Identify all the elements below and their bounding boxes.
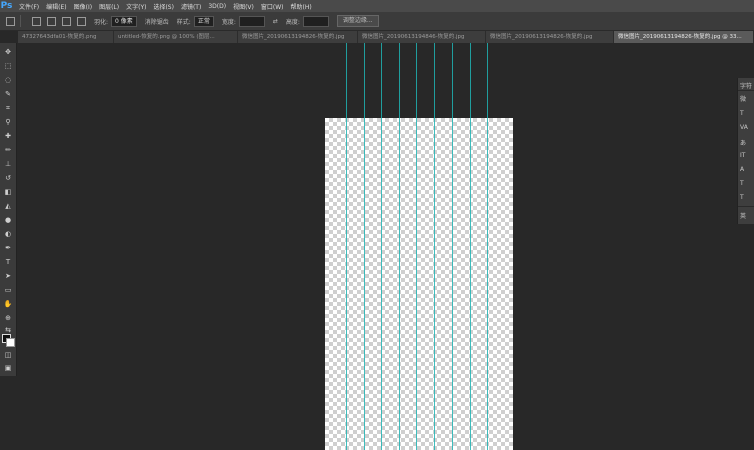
photoshop-logo: Ps — [0, 1, 13, 11]
menu-layer[interactable]: 图层(L) — [99, 2, 119, 11]
clone-stamp-tool-icon[interactable]: ⊥ — [3, 159, 13, 169]
tab-doc-2[interactable]: untitled-恢复的.png @ 100% (图层... — [114, 31, 238, 43]
menu-bar: Ps 文件(F) 编辑(E) 图像(I) 图层(L) 文字(Y) 选择(S) 滤… — [0, 0, 754, 12]
marquee-tool-icon[interactable] — [6, 16, 15, 26]
zoom-tool-icon[interactable]: ⊕ — [3, 313, 13, 323]
style-buttons[interactable]: T — [740, 180, 744, 187]
eyedropper-tool-icon[interactable]: ⚲ — [3, 117, 13, 127]
guide-line[interactable] — [399, 43, 400, 450]
guide-line[interactable] — [434, 43, 435, 450]
menu-window[interactable]: 窗口(W) — [261, 2, 284, 11]
scale-field[interactable]: あ — [740, 138, 746, 147]
eraser-tool-icon[interactable]: ◧ — [3, 187, 13, 197]
tools-panel: ✥ ⬚ ◌ ✎ ⌗ ⚲ ✚ ✏ ⊥ ↺ ◧ ◭ ● ◐ ✒ T ➤ ▭ ✋ ⊕ … — [0, 43, 17, 376]
width-input[interactable] — [238, 15, 265, 27]
guide-line[interactable] — [487, 43, 488, 450]
font-family-field[interactable]: 微 — [740, 94, 746, 103]
font-size-field[interactable]: T — [740, 110, 744, 117]
document-tabs: 47327643dfa01-恢复的.png untitled-恢复的.png @… — [18, 31, 754, 43]
guide-line[interactable] — [346, 43, 347, 450]
healing-brush-tool-icon[interactable]: ✚ — [3, 131, 13, 141]
lasso-tool-icon[interactable]: ◌ — [3, 75, 13, 85]
width-label: 宽度: — [221, 18, 236, 26]
guide-line[interactable] — [364, 43, 365, 450]
paint-bucket-tool-icon[interactable]: ◭ — [3, 201, 13, 211]
pen-tool-icon[interactable]: ✒ — [3, 243, 13, 253]
guide-line[interactable] — [470, 43, 471, 450]
document-canvas[interactable] — [325, 118, 513, 450]
menu-3d[interactable]: 3D(D) — [208, 3, 226, 10]
brush-tool-icon[interactable]: ✏ — [3, 145, 13, 155]
tab-doc-active[interactable]: 微信图片_20190613194826-恢复的.jpg @ 33... — [614, 31, 754, 43]
hand-tool-icon[interactable]: ✋ — [3, 299, 13, 309]
intersect-selection-icon[interactable] — [77, 16, 86, 26]
menu-file[interactable]: 文件(F) — [19, 2, 39, 11]
tab-doc-5[interactable]: 微信图片_20190613194826-恢复的.jpg — [486, 31, 614, 43]
blur-tool-icon[interactable]: ● — [3, 215, 13, 225]
antialias-checkbox[interactable]: 消除锯齿 — [145, 17, 169, 26]
tab-doc-4[interactable]: 微信图片_20190613194846-恢复的.jpg — [358, 31, 486, 43]
menu-filter[interactable]: 滤镜(T) — [181, 2, 201, 11]
options-bar: 羽化: 0 像素 消除锯齿 样式: 正常 宽度: ⇄ 高度: 调整边缘... — [0, 12, 754, 31]
feather-input[interactable]: 0 像素 — [111, 15, 137, 27]
quick-mask-icon[interactable]: ◫ — [3, 350, 13, 360]
shape-tool-icon[interactable]: ▭ — [3, 285, 13, 295]
background-color-swatch[interactable] — [6, 338, 15, 347]
divider — [738, 206, 754, 207]
tab-doc-1[interactable]: 47327643dfa01-恢复的.png — [18, 31, 114, 43]
height-label: 高度: — [285, 18, 300, 26]
style-label: 样式: — [176, 18, 191, 26]
opentype-buttons[interactable]: T — [740, 194, 744, 201]
menu-view[interactable]: 视图(V) — [233, 2, 254, 11]
quick-select-tool-icon[interactable]: ✎ — [3, 89, 13, 99]
new-selection-icon[interactable] — [32, 16, 41, 26]
crop-tool-icon[interactable]: ⌗ — [3, 103, 13, 113]
divider — [738, 90, 754, 91]
type-tool-icon[interactable]: T — [3, 257, 13, 267]
character-panel: 字符 微 T VA あ IT A T T 英 — [737, 78, 754, 224]
height-input[interactable] — [302, 15, 329, 27]
guide-line[interactable] — [381, 43, 382, 450]
marquee-tool-icon[interactable]: ⬚ — [3, 61, 13, 71]
history-brush-tool-icon[interactable]: ↺ — [3, 173, 13, 183]
language-select[interactable]: 英 — [740, 211, 746, 220]
menu-help[interactable]: 帮助(H) — [291, 2, 312, 11]
kerning-field[interactable]: VA — [740, 124, 748, 131]
move-tool-icon[interactable]: ✥ — [3, 47, 13, 57]
screen-mode-icon[interactable]: ▣ — [3, 363, 13, 373]
guide-line[interactable] — [452, 43, 453, 450]
menu-type[interactable]: 文字(Y) — [126, 2, 146, 11]
subtract-selection-icon[interactable] — [62, 16, 71, 26]
style-select[interactable]: 正常 — [193, 15, 214, 27]
refine-edge-button[interactable]: 调整边缘... — [336, 15, 379, 27]
menu-image[interactable]: 图像(I) — [74, 2, 92, 11]
divider — [20, 15, 21, 27]
dodge-tool-icon[interactable]: ◐ — [3, 229, 13, 239]
panel-title: 字符 — [740, 83, 753, 90]
add-selection-icon[interactable] — [47, 16, 56, 26]
menu-edit[interactable]: 编辑(E) — [46, 2, 66, 11]
feather-label: 羽化: — [94, 18, 109, 26]
path-selection-tool-icon[interactable]: ➤ — [3, 271, 13, 281]
tab-doc-3[interactable]: 微信图片_20190613194826-恢复的.jpg — [238, 31, 358, 43]
swap-icon[interactable]: ⇄ — [273, 18, 278, 25]
guide-line[interactable] — [416, 43, 417, 450]
menu-select[interactable]: 选择(S) — [153, 2, 174, 11]
baseline-field[interactable]: A — [740, 166, 744, 173]
vertical-scale-field[interactable]: IT — [740, 152, 745, 159]
